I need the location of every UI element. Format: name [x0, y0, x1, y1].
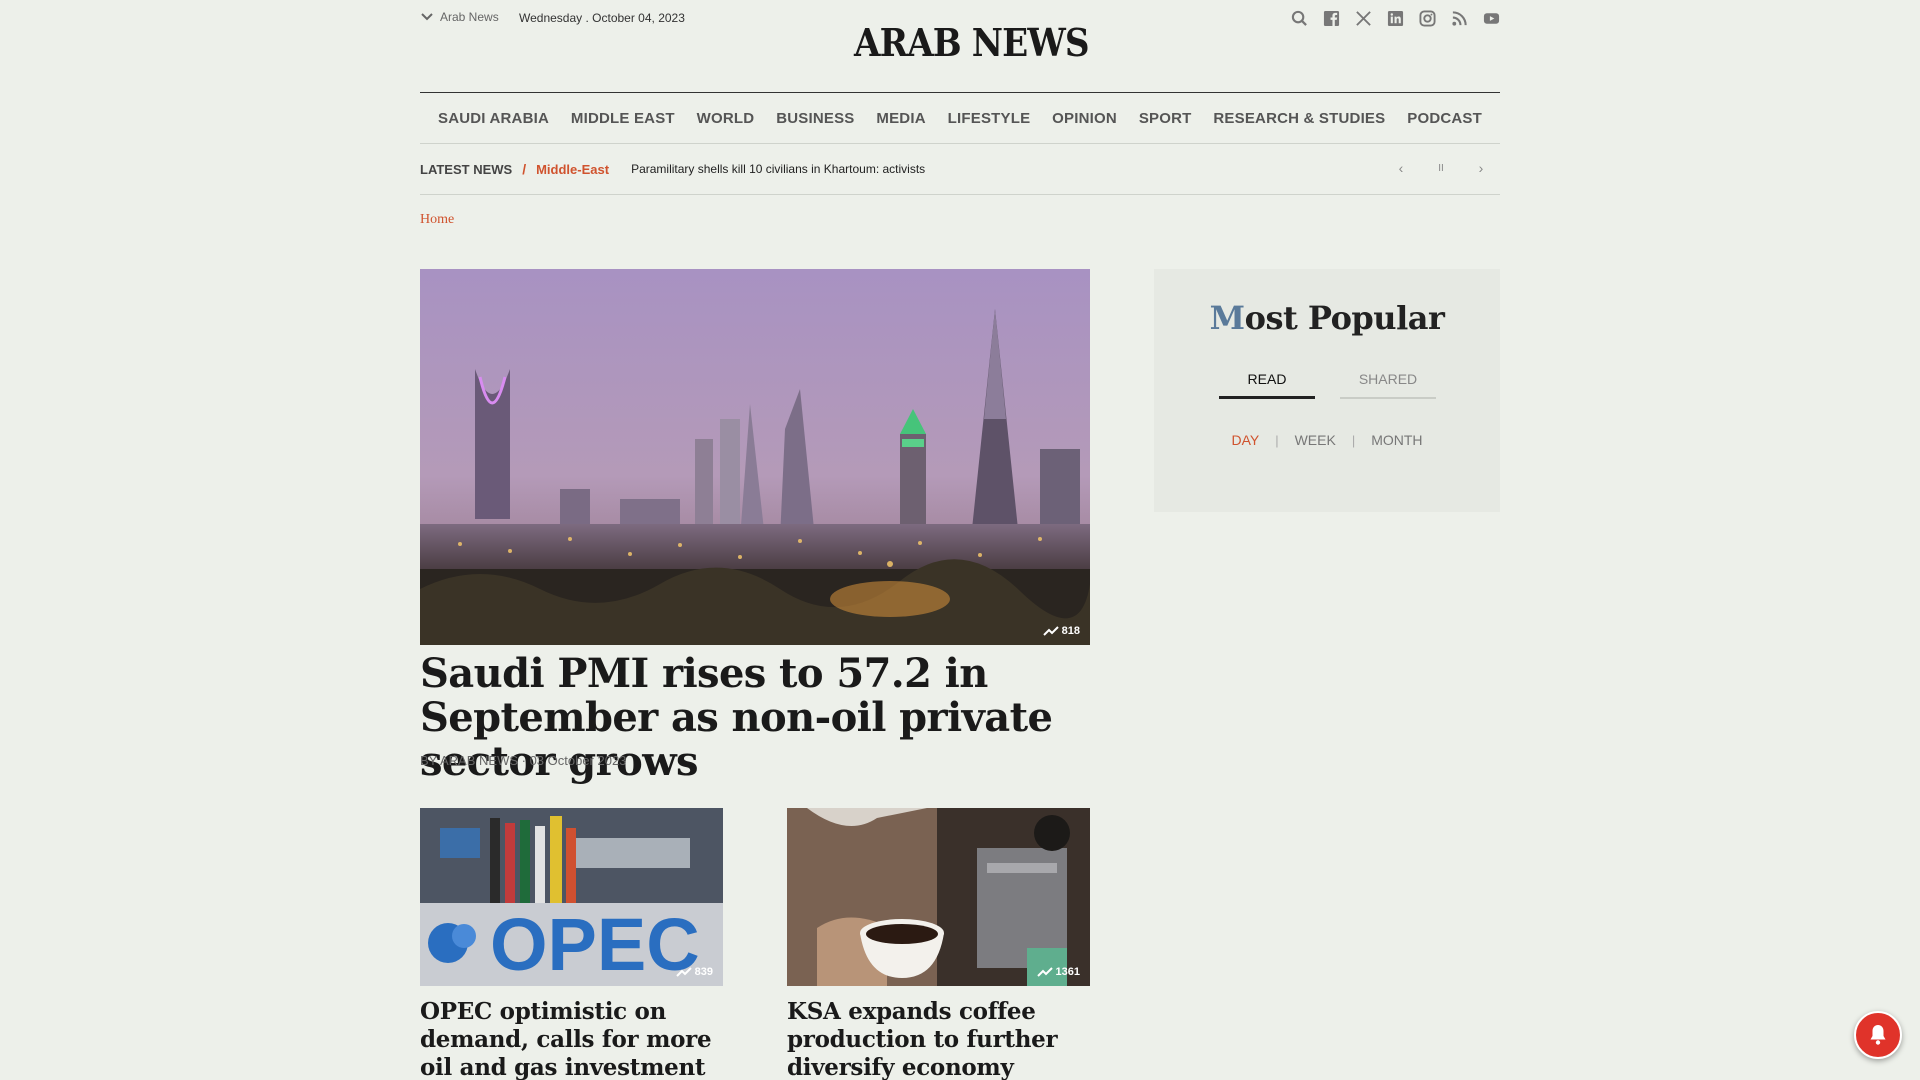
ticker-controls: ‹ II › — [1394, 160, 1488, 176]
instagram-icon[interactable] — [1418, 9, 1436, 27]
svg-text:OPEC: OPEC — [490, 903, 700, 986]
period-week[interactable]: WEEK — [1295, 432, 1336, 448]
opec-image: OPEC — [420, 808, 723, 986]
coffee-thumbnail[interactable]: 1361 — [787, 808, 1090, 986]
ticker-next-icon[interactable]: › — [1474, 160, 1488, 176]
popular-tabs: READ SHARED — [1219, 371, 1436, 399]
divider: | — [1351, 432, 1356, 448]
card-view-count: 839 — [675, 966, 713, 978]
linkedin-icon[interactable] — [1386, 9, 1404, 27]
hero-view-count: 818 — [1042, 625, 1080, 637]
most-popular-title: Most Popular — [1154, 299, 1500, 337]
title-rest: ost Popular — [1244, 299, 1445, 337]
coffee-image — [787, 808, 1090, 986]
card-views: 1361 — [1055, 966, 1080, 978]
nav-item-podcast[interactable]: PODCAST — [1407, 110, 1482, 127]
nav-item-world[interactable]: WORLD — [697, 110, 755, 127]
trending-icon — [1042, 626, 1059, 636]
nav-item-lifestyle[interactable]: LIFESTYLE — [948, 110, 1031, 127]
nav-item-research-studies[interactable]: RESEARCH & STUDIES — [1213, 110, 1385, 127]
nav-item-middle-east[interactable]: MIDDLE EAST — [571, 110, 675, 127]
title-initial: M — [1209, 299, 1245, 337]
card-headline[interactable]: KSA expands coffee production to further… — [787, 998, 1090, 1080]
main-nav: SAUDI ARABIA MIDDLE EAST WORLD BUSINESS … — [420, 92, 1500, 144]
nav-item-sport[interactable]: SPORT — [1139, 110, 1192, 127]
top-bar: Arab News Wednesday . October 04, 2023 A… — [420, 0, 1500, 92]
ticker-pause-icon[interactable]: II — [1434, 163, 1448, 174]
period-day[interactable]: DAY — [1231, 432, 1259, 448]
card-headline[interactable]: OPEC optimistic on demand, calls for mor… — [420, 998, 723, 1080]
ticker-category[interactable]: Middle-East — [536, 162, 609, 177]
edition-selector[interactable]: Arab News — [420, 10, 499, 24]
tab-read[interactable]: READ — [1219, 371, 1315, 399]
opec-thumbnail[interactable]: OPEC 839 — [420, 808, 723, 986]
notification-bell-button[interactable] — [1854, 1011, 1902, 1059]
nav-item-saudi-arabia[interactable]: SAUDI ARABIA — [438, 110, 549, 127]
ticker-label: LATEST NEWS — [420, 161, 513, 177]
article-card[interactable]: 1361 KSA expands coffee production to fu… — [787, 808, 1090, 1080]
edition-label: Arab News — [440, 10, 499, 24]
current-date: Wednesday . October 04, 2023 — [519, 11, 685, 25]
card-view-count: 1361 — [1036, 966, 1080, 978]
ticker-separator: / — [522, 161, 527, 177]
page-wrapper: Arab News Wednesday . October 04, 2023 A… — [420, 0, 1500, 1080]
chevron-down-icon — [421, 13, 433, 21]
nav-item-media[interactable]: MEDIA — [876, 110, 925, 127]
riyadh-skyline-image — [420, 269, 1090, 645]
hero-byline: BY ARAB NEWS · 03 October 2023 — [420, 753, 627, 768]
period-month[interactable]: MONTH — [1371, 432, 1422, 448]
site-logo[interactable]: ARAB NEWS — [854, 20, 1090, 65]
nav-item-business[interactable]: BUSINESS — [776, 110, 854, 127]
trending-icon — [675, 967, 692, 977]
article-card[interactable]: OPEC 839 OPEC optimistic on demand, call… — [420, 808, 723, 1080]
most-popular-panel: Most Popular READ SHARED DAY | WEEK | MO… — [1154, 269, 1500, 512]
search-icon[interactable] — [1290, 9, 1308, 27]
hero-image[interactable]: 818 — [420, 269, 1090, 645]
hero-views: 818 — [1061, 625, 1080, 637]
x-icon[interactable] — [1354, 9, 1372, 27]
bell-icon — [1870, 1025, 1886, 1045]
rss-icon[interactable] — [1450, 9, 1468, 27]
ticker-headline[interactable]: Paramilitary shells kill 10 civilians in… — [631, 162, 925, 176]
period-filter: DAY | WEEK | MONTH — [1154, 432, 1500, 448]
nav-item-opinion[interactable]: OPINION — [1052, 110, 1117, 127]
ticker-prev-icon[interactable]: ‹ — [1394, 160, 1408, 176]
latest-news-ticker: LATEST NEWS / Middle-East Paramilitary s… — [420, 144, 1500, 195]
breadcrumb-home[interactable]: Home — [420, 212, 454, 228]
facebook-icon[interactable] — [1322, 9, 1340, 27]
card-views: 839 — [694, 966, 713, 978]
divider: | — [1275, 432, 1279, 448]
social-links — [1290, 9, 1500, 27]
tab-shared[interactable]: SHARED — [1340, 371, 1436, 399]
trending-icon — [1036, 967, 1053, 977]
youtube-icon[interactable] — [1482, 9, 1500, 27]
